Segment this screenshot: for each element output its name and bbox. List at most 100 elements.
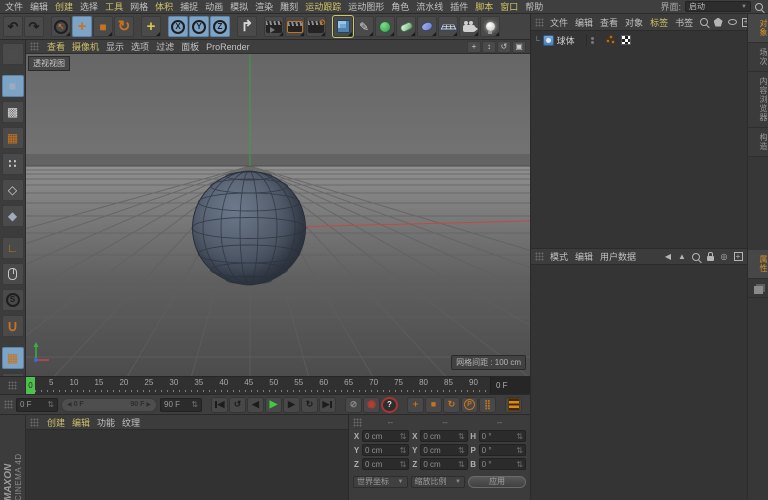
spinner-icon[interactable]: ⇅	[516, 432, 523, 441]
move-tool-button[interactable]: +	[72, 16, 92, 37]
lock-y-axis-button[interactable]: Y	[189, 16, 209, 37]
history-back-icon[interactable]: ◀	[663, 253, 673, 261]
menu-item[interactable]: 工具	[105, 0, 123, 13]
prev-key-button[interactable]: ↺	[229, 397, 246, 413]
end-frame-field[interactable]: 90 F ⇅	[160, 398, 202, 412]
object-row[interactable]: └ 球体	[531, 33, 747, 47]
menu-item[interactable]: 插件	[450, 0, 468, 13]
render-picture-viewer-button[interactable]	[285, 16, 305, 37]
panel-grip[interactable]	[30, 418, 39, 427]
timeline-playhead[interactable]: 0	[26, 377, 35, 394]
key-pla-button[interactable]: ⣿	[479, 397, 496, 413]
object-manager-menu-item[interactable]: 文件	[550, 16, 568, 29]
object-manager-menu-item[interactable]: 对象	[625, 16, 643, 29]
current-frame-field[interactable]: 0 F ⇅	[16, 398, 58, 412]
object-list[interactable]: └ 球体	[531, 30, 747, 248]
preview-range-slider[interactable]: ◀ 0 F 90 F ▶	[61, 398, 157, 412]
viewport-menu-item[interactable]: 查看	[47, 40, 65, 53]
pin-icon[interactable]: ◎	[719, 253, 729, 261]
magnet-snap-button[interactable]: ∪	[2, 315, 24, 337]
visibility-dots[interactable]	[586, 34, 599, 46]
menu-item[interactable]: 渲染	[255, 0, 273, 13]
tweak-mode-button[interactable]	[2, 263, 24, 285]
panel-grip[interactable]	[30, 42, 39, 51]
play-forwards-button[interactable]: ▶	[265, 397, 282, 413]
material-menu-item[interactable]: 纹理	[122, 416, 140, 429]
side-tab[interactable]: 属性	[748, 250, 768, 279]
scale-tool-button[interactable]: ■	[93, 16, 113, 37]
menu-item[interactable]: 运动图形	[348, 0, 384, 13]
add-volume-button[interactable]	[417, 16, 437, 37]
home-icon[interactable]	[713, 18, 723, 27]
viewport-zoom-icon[interactable]: ↕	[482, 41, 496, 53]
coordinate-system-select[interactable]: 世界坐标 ▼	[353, 476, 408, 488]
prev-frame-button[interactable]: ◀	[247, 397, 264, 413]
viewport-menu-item[interactable]: 显示	[106, 40, 124, 53]
rotate-tool-button[interactable]: ↻	[114, 16, 134, 37]
add-environment-button[interactable]	[438, 16, 458, 37]
sphere-object[interactable]	[192, 171, 306, 285]
add-camera-button[interactable]	[459, 16, 479, 37]
attribute-manager-menu-item[interactable]: 模式	[550, 250, 568, 263]
workplane-mode-button[interactable]: ▦	[2, 127, 24, 149]
menu-item[interactable]: 窗口	[500, 0, 518, 13]
timeline-ruler[interactable]: 51015202530354045505560657075808590	[35, 377, 490, 394]
axis-mode-button[interactable]: ∟	[2, 237, 24, 259]
menu-item[interactable]: 捕捉	[180, 0, 198, 13]
lock-x-axis-button[interactable]: X	[168, 16, 188, 37]
viewport-pan-icon[interactable]: +	[467, 41, 481, 53]
keyframe-selection-button[interactable]	[505, 397, 522, 413]
lock-z-axis-button[interactable]: Z	[210, 16, 230, 37]
history-forward-icon[interactable]: ▲	[677, 253, 687, 261]
attribute-manager-menu-item[interactable]: 编辑	[575, 250, 593, 263]
menu-item[interactable]: 体积	[155, 0, 173, 13]
object-manager-menu-item[interactable]: 标签	[650, 16, 668, 29]
snap-toggle-button[interactable]: S	[2, 289, 24, 311]
render-settings-button[interactable]	[306, 16, 326, 37]
goto-start-button[interactable]: ◀	[211, 397, 228, 413]
key-scale-button[interactable]: ■	[425, 397, 442, 413]
menu-item[interactable]: 网格	[130, 0, 148, 13]
minimize-icon[interactable]	[727, 19, 737, 25]
menu-item[interactable]: 角色	[391, 0, 409, 13]
keyframe-presets-button[interactable]: ?	[381, 397, 398, 413]
goto-end-button[interactable]: ▶	[319, 397, 336, 413]
key-rotation-button[interactable]: ↻	[443, 397, 460, 413]
spinner-icon[interactable]: ⇅	[400, 432, 407, 441]
add-cube-button[interactable]	[333, 16, 353, 37]
apply-button[interactable]: 应用	[468, 476, 526, 488]
material-menu-item[interactable]: 功能	[97, 416, 115, 429]
polygons-mode-button[interactable]: ◆	[2, 205, 24, 227]
menu-item[interactable]: 选择	[80, 0, 98, 13]
lock-icon[interactable]	[705, 253, 715, 261]
material-list[interactable]	[26, 429, 348, 500]
redo-button[interactable]: ↷	[24, 16, 44, 37]
undo-button[interactable]: ↶	[3, 16, 23, 37]
viewport-menu-item[interactable]: 选项	[131, 40, 149, 53]
menu-item[interactable]: 帮助	[525, 0, 543, 13]
panel-grip[interactable]	[4, 400, 13, 409]
next-frame-button[interactable]: ▶	[283, 397, 300, 413]
scale-mode-select[interactable]: 缩放比例 ▼	[411, 476, 466, 488]
texture-tag-icon[interactable]	[621, 35, 631, 45]
side-tab[interactable]: 对象	[748, 14, 768, 43]
menu-item[interactable]: 编辑	[30, 0, 48, 13]
key-parameter-button[interactable]: P	[461, 397, 478, 413]
menu-item[interactable]: 创建	[55, 0, 73, 13]
new-panel-icon[interactable]	[733, 252, 743, 261]
coordinate-system-button[interactable]: ↱	[237, 16, 257, 37]
add-spline-button[interactable]: ✎	[354, 16, 374, 37]
material-menu-item[interactable]: 编辑	[72, 416, 90, 429]
side-tab[interactable]: 场次	[748, 43, 768, 72]
menu-item[interactable]: 雕刻	[280, 0, 298, 13]
timeline-grip[interactable]	[0, 376, 26, 394]
add-subdivision-surface-button[interactable]	[375, 16, 395, 37]
object-manager-menu-item[interactable]: 查看	[600, 16, 618, 29]
record-active-objects-button[interactable]: ⊘	[345, 397, 362, 413]
viewport-menu-item[interactable]: 面板	[181, 40, 199, 53]
attribute-body[interactable]	[531, 264, 747, 500]
panel-grip[interactable]	[353, 418, 362, 427]
lock-workplane-button[interactable]: ▦	[2, 347, 24, 369]
add-generator-button[interactable]	[396, 16, 416, 37]
viewport-menu-item[interactable]: 过滤	[156, 40, 174, 53]
